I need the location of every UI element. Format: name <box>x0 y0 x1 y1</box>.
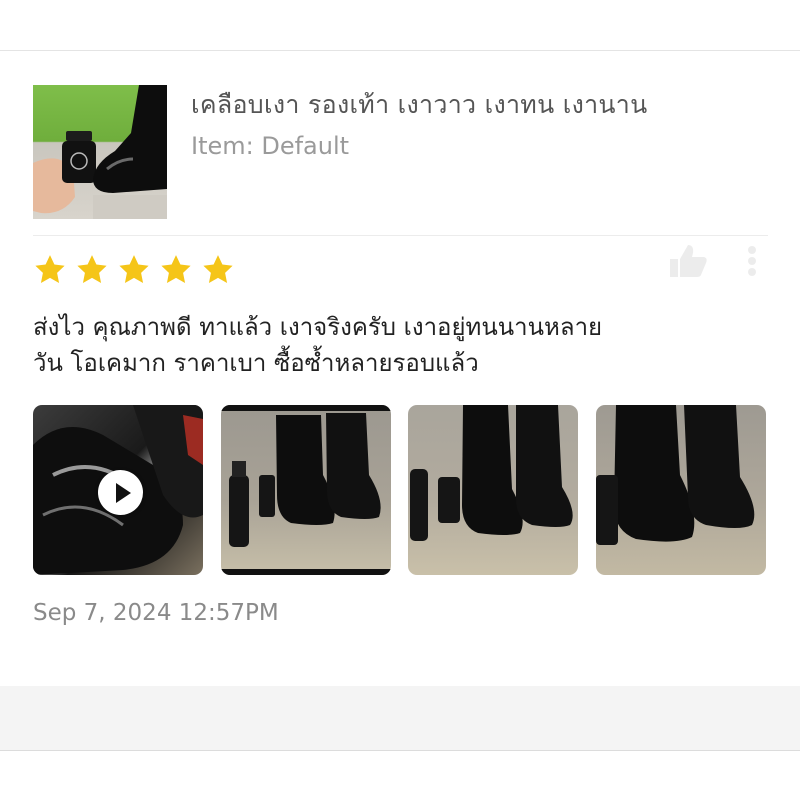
review-timestamp: Sep 7, 2024 12:57PM <box>33 600 279 626</box>
star-icon <box>119 255 149 284</box>
top-divider <box>0 50 800 51</box>
star-icon <box>77 255 107 284</box>
play-icon <box>116 483 131 503</box>
product-variant: Item: Default <box>191 132 350 160</box>
play-button[interactable] <box>98 470 143 515</box>
star-icon <box>35 255 65 284</box>
photo-art <box>410 405 573 541</box>
review-text-line: ส่งไว คุณภาพดี ทาแล้ว เงาจริงครับ เงาอยู… <box>33 313 603 341</box>
product-thumbnail-art <box>33 85 167 219</box>
review-photo-thumbnail[interactable] <box>408 405 578 575</box>
star-icon <box>161 255 191 284</box>
review-photo-thumbnail[interactable] <box>221 405 391 575</box>
review-photo-thumbnail[interactable] <box>596 405 766 575</box>
review-text-line: วัน โอเคมาก ราคาเบา ซื้อซ้ำหลายรอบแล้ว <box>33 349 479 377</box>
thumbs-up-icon[interactable] <box>668 243 708 279</box>
product-thumbnail[interactable] <box>33 85 167 219</box>
review-video-thumbnail[interactable] <box>33 405 203 575</box>
review-text: ส่งไว คุณภาพดี ทาแล้ว เงาจริงครับ เงาอยู… <box>33 309 773 381</box>
product-title[interactable]: เคลือบเงา รองเท้า เงาวาว เงาทน เงานาน <box>191 85 648 125</box>
footer-band <box>0 686 800 751</box>
section-divider <box>33 235 768 236</box>
photo-art <box>596 405 755 545</box>
star-icon <box>203 255 233 284</box>
photo-art <box>221 405 391 575</box>
more-options-icon[interactable] <box>735 243 769 279</box>
rating-stars <box>33 253 243 287</box>
product-row[interactable]: เคลือบเงา รองเท้า เงาวาว เงาทน เงานาน It… <box>33 85 768 219</box>
